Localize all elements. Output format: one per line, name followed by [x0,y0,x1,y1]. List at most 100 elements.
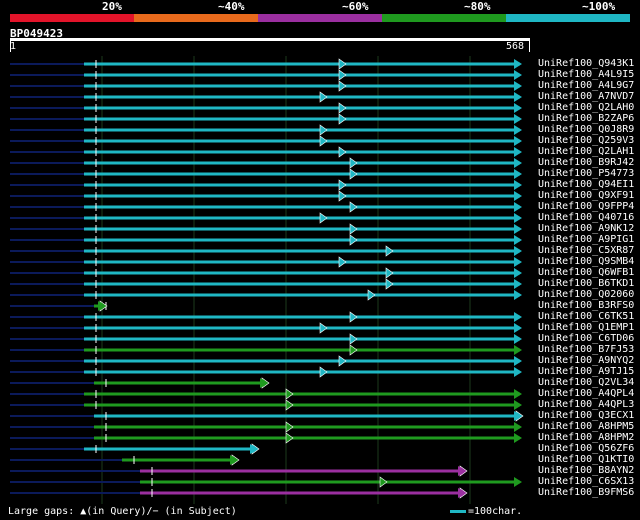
hsp-arrow [285,432,294,444]
hit-label[interactable]: UniRef100_B9RJ42 [538,157,634,168]
hsp-arrow [349,234,358,246]
hsp-arrow [349,157,358,169]
hsp-arrow [319,135,328,147]
legend-label: ~80% [464,0,491,13]
hit-label[interactable]: UniRef100_Q56ZF6 [538,443,634,454]
hit-end-arrow [514,70,522,80]
hit-label[interactable]: UniRef100_Q2VL34 [538,377,634,388]
hit-end-arrow [514,235,522,245]
hsp-arrow [349,201,358,213]
hsp-arrow [338,146,347,158]
hsp-arrow [338,190,347,202]
hit-label[interactable]: UniRef100_B7FJ53 [538,344,634,355]
hit-label[interactable]: UniRef100_B8AYN2 [538,465,634,476]
hit-label[interactable]: UniRef100_Q94EI1 [538,179,634,190]
hit-label[interactable]: UniRef100_A4L9G7 [538,80,634,91]
hsp-arrow [319,322,328,334]
hit-end-arrow [514,92,522,102]
hit-label[interactable]: UniRef100_Q9FPP4 [538,201,634,212]
hit-end-arrow [514,158,522,168]
hit-end-arrow [514,59,522,69]
large-gaps-legend: Large gaps: ▲(in Query)/− (in Subject) [8,506,237,517]
hsp-arrow [349,333,358,345]
hit-end-arrow [514,477,522,487]
hit-label[interactable]: UniRef100_C6TK51 [538,311,634,322]
hit-label[interactable]: UniRef100_B6TKD1 [538,278,634,289]
hsp-arrow [338,256,347,268]
hit-label[interactable]: UniRef100_A4L9I5 [538,69,634,80]
hit-label[interactable]: UniRef100_A9NK12 [538,223,634,234]
hsp-arrow [379,476,388,488]
hsp-arrow [385,245,394,257]
hsp-arrow [349,223,358,235]
hit-label[interactable]: UniRef100_Q9SMB4 [538,256,634,267]
hit-label[interactable]: UniRef100_A8HPM2 [538,432,634,443]
hit-end-arrow [514,114,522,124]
hsp-arrow [319,91,328,103]
scale-legend: =100char. [450,506,522,517]
hit-label[interactable]: UniRef100_C6SX13 [538,476,634,487]
hit-end-arrow [514,169,522,179]
hsp-arrow [338,102,347,114]
hsp-arrow [285,421,294,433]
hit-end-arrow [514,268,522,278]
hit-label[interactable]: UniRef100_A4QPL4 [538,388,634,399]
hit-end-arrow [514,422,522,432]
hit-end-arrow [514,290,522,300]
hit-end-arrow [514,257,522,267]
hit-label[interactable]: UniRef100_C6TD06 [538,333,634,344]
hsp-arrow [385,267,394,279]
hit-label[interactable]: UniRef100_P54773 [538,168,634,179]
hsp-arrow [338,58,347,70]
hit-label[interactable]: UniRef100_Q02060 [538,289,634,300]
hit-end-arrow [514,356,522,366]
hit-label[interactable]: UniRef100_A7NVD7 [538,91,634,102]
hsp-arrow [319,366,328,378]
hit-end-arrow [514,103,522,113]
hsp-arrow [319,124,328,136]
hsp-arrow [367,289,376,301]
scale-key-swatch [450,509,466,513]
hit-label[interactable]: UniRef100_C5XR87 [538,245,634,256]
hit-label[interactable]: UniRef100_A8HPM5 [538,421,634,432]
hit-label[interactable]: UniRef100_Q2LAH1 [538,146,634,157]
hit-label[interactable]: UniRef100_B3RFS0 [538,300,634,311]
hsp-arrow [349,344,358,356]
hsp-arrow [285,399,294,411]
hit-end-arrow [514,334,522,344]
hit-end-arrow [514,433,522,443]
hit-label[interactable]: UniRef100_Q40716 [538,212,634,223]
hsp-arrow [285,388,294,400]
hit-end-arrow [514,81,522,91]
hit-label[interactable]: UniRef100_A9TJ15 [538,366,634,377]
hit-end-arrow [514,323,522,333]
hit-label[interactable]: UniRef100_Q943K1 [538,58,634,69]
hit-end-arrow [514,224,522,234]
hit-label[interactable]: UniRef100_Q6WFB1 [538,267,634,278]
hit-label[interactable]: UniRef100_B9FMS6 [538,487,634,498]
hit-label[interactable]: UniRef100_B2ZAP6 [538,113,634,124]
hit-end-arrow [514,191,522,201]
hsp-arrow [338,69,347,81]
hit-end-arrow [514,202,522,212]
hsp-arrow [338,80,347,92]
hit-label[interactable]: UniRef100_Q1EMP1 [538,322,634,333]
hit-end-arrow [514,312,522,322]
hsp-arrow [349,311,358,323]
hit-label[interactable]: UniRef100_Q1KTI0 [538,454,634,465]
hit-label[interactable]: UniRef100_A9PIG1 [538,234,634,245]
hit-label[interactable]: UniRef100_A9NYQ2 [538,355,634,366]
hit-end-arrow [514,367,522,377]
legend-label: 20% [102,0,122,13]
hit-end-arrow [514,246,522,256]
hit-end-arrow [514,345,522,355]
hit-label[interactable]: UniRef100_Q0J8R9 [538,124,634,135]
scale-key-label: =100char. [468,506,523,517]
hit-end-arrow [514,180,522,190]
hit-label[interactable]: UniRef100_Q259V3 [538,135,634,146]
hit-label[interactable]: UniRef100_A4QPL3 [538,399,634,410]
hit-label[interactable]: UniRef100_Q2LAH0 [538,102,634,113]
hit-end-arrow [514,213,522,223]
hit-label[interactable]: UniRef100_Q3ECX1 [538,410,634,421]
hit-label[interactable]: UniRef100_Q9XF91 [538,190,634,201]
